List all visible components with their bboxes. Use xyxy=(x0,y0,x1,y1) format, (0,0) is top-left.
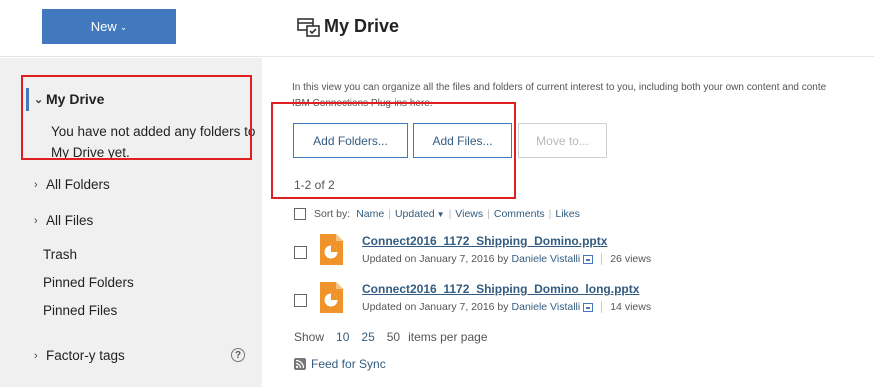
file-row: Connect2016_1172_Shipping_Domino_long.pp… xyxy=(294,282,854,322)
feed-label: Feed for Sync xyxy=(311,357,386,371)
sidebar-item-pinned-folders[interactable]: Pinned Folders xyxy=(43,275,134,290)
chevron-right-icon: › xyxy=(34,214,38,227)
feed-icon xyxy=(294,358,306,370)
file-views: 26 views xyxy=(610,253,652,265)
new-button[interactable]: New ⌄ xyxy=(42,9,176,44)
page-size-selector: Show 10 25 50 items per page xyxy=(294,330,488,344)
presentation-file-icon xyxy=(320,234,343,265)
meta-divider xyxy=(601,253,603,265)
file-checkbox[interactable] xyxy=(294,246,307,259)
chevron-right-icon: › xyxy=(34,178,38,191)
sort-divider: | xyxy=(548,208,552,220)
file-views: 14 views xyxy=(610,301,652,313)
sort-label: Sort by: xyxy=(314,208,351,220)
intro-text: In this view you can organize all the fi… xyxy=(292,80,874,112)
results-count: 1-2 of 2 xyxy=(294,178,335,192)
file-updated: Updated on January 7, 2016 by xyxy=(362,253,509,265)
file-checkbox[interactable] xyxy=(294,294,307,307)
intro-line-1: In this view you can organize all the fi… xyxy=(292,82,827,93)
select-all-checkbox[interactable] xyxy=(294,208,306,220)
chevron-down-icon: ⌄ xyxy=(34,93,44,106)
sort-by-likes[interactable]: Likes xyxy=(555,208,580,220)
sort-by-comments[interactable]: Comments xyxy=(494,208,545,220)
feed-for-sync-link[interactable]: Feed for Sync xyxy=(294,357,386,371)
sidebar-item-all-folders[interactable]: › All Folders xyxy=(34,177,110,192)
vcard-icon[interactable] xyxy=(583,254,594,264)
file-meta: Updated on January 7, 2016 by Daniele Vi… xyxy=(362,253,651,265)
sort-by-updated[interactable]: Updated xyxy=(395,208,435,220)
my-drive-empty-message: You have not added any folders to My Dri… xyxy=(51,124,256,160)
sidebar-item-label: Trash xyxy=(43,247,78,262)
show-label: Show xyxy=(294,330,325,344)
sidebar-item-all-files[interactable]: › All Files xyxy=(34,213,93,228)
new-button-label: New xyxy=(90,19,117,34)
sidebar-item-label: All Files xyxy=(46,213,94,228)
sort-by-name[interactable]: Name xyxy=(356,208,384,220)
presentation-file-icon xyxy=(320,282,343,313)
move-to-button[interactable]: Move to... xyxy=(518,123,607,158)
sidebar-item-label: All Folders xyxy=(46,177,110,192)
add-files-button[interactable]: Add Files... xyxy=(413,123,512,158)
top-header: New ⌄ My Drive xyxy=(0,0,874,57)
active-indicator xyxy=(26,88,29,111)
sidebar-item-label: My Drive xyxy=(46,91,105,107)
sidebar-item-label: Pinned Folders xyxy=(43,275,134,290)
sort-divider: | xyxy=(448,208,452,220)
sort-by-views[interactable]: Views xyxy=(455,208,483,220)
sidebar-item-label: Pinned Files xyxy=(43,303,118,318)
vcard-icon[interactable] xyxy=(583,302,594,312)
help-icon[interactable]: ? xyxy=(231,348,245,362)
sidebar-item-factor-y-tags[interactable]: › Factor-y tags xyxy=(34,348,125,363)
page-size-25[interactable]: 25 xyxy=(361,330,374,344)
file-author-link[interactable]: Daniele Vistalli xyxy=(512,301,581,313)
sort-divider: | xyxy=(487,208,490,220)
chevron-right-icon: › xyxy=(34,349,38,362)
chevron-down-icon: ⌄ xyxy=(119,21,128,32)
sidebar-item-label: Factor-y tags xyxy=(46,348,125,363)
file-meta: Updated on January 7, 2016 by Daniele Vi… xyxy=(362,301,651,313)
file-row: Connect2016_1172_Shipping_Domino.pptx Up… xyxy=(294,234,854,274)
chevron-down-icon: ▼ xyxy=(436,209,445,219)
file-author-link[interactable]: Daniele Vistalli xyxy=(512,253,581,265)
sidebar-item-trash[interactable]: Trash xyxy=(43,247,77,262)
file-name-link[interactable]: Connect2016_1172_Shipping_Domino.pptx xyxy=(362,234,607,248)
page-size-suffix: items per page xyxy=(408,330,488,344)
sort-bar: Sort by: Name | Updated ▼ | Views | Comm… xyxy=(294,207,580,221)
meta-divider xyxy=(601,301,603,313)
file-name-link[interactable]: Connect2016_1172_Shipping_Domino_long.pp… xyxy=(362,282,639,296)
add-folders-button[interactable]: Add Folders... xyxy=(293,123,408,158)
sidebar-item-pinned-files[interactable]: Pinned Files xyxy=(43,303,117,318)
my-drive-icon xyxy=(297,18,320,37)
sidebar-item-my-drive[interactable]: ⌄ My Drive xyxy=(34,91,104,107)
intro-line-2: IBM Connections Plug-ins here. xyxy=(292,98,433,109)
file-updated: Updated on January 7, 2016 by xyxy=(362,301,509,313)
page-size-50: 50 xyxy=(386,330,401,344)
sort-divider: | xyxy=(388,208,391,220)
page-size-10[interactable]: 10 xyxy=(336,330,349,344)
page-title: My Drive xyxy=(324,16,400,36)
